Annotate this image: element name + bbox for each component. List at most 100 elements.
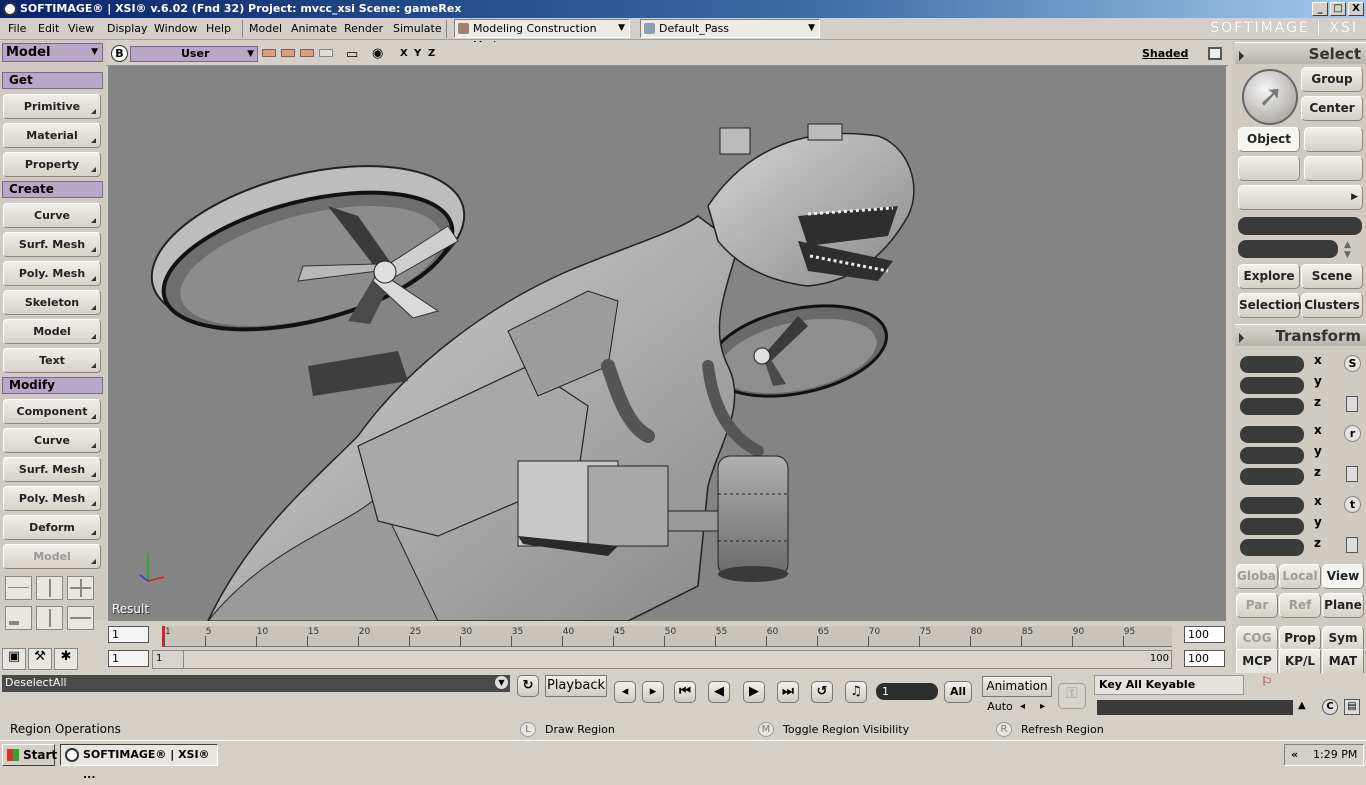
rotate-y-field[interactable]	[1240, 447, 1304, 464]
close-button[interactable]: X	[1348, 2, 1364, 16]
range-end-field[interactable]: 100	[1184, 650, 1225, 667]
mat-tab[interactable]: MAT	[1322, 649, 1364, 674]
viewport-3d[interactable]: Result	[108, 66, 1226, 621]
end-frame-field[interactable]: 100	[1184, 626, 1225, 643]
translate-y-field[interactable]	[1240, 518, 1304, 535]
layout-quad-icon[interactable]	[67, 576, 94, 600]
create-curve-button[interactable]: Curve	[3, 203, 101, 228]
translate-z-field[interactable]	[1240, 539, 1304, 556]
selection-field[interactable]	[1238, 217, 1362, 235]
palette-icon[interactable]: ✱	[54, 648, 78, 670]
tool-icon[interactable]: ⚒	[28, 648, 52, 670]
cog-button[interactable]: COG	[1236, 626, 1278, 651]
modify-poly-mesh-button[interactable]: Poly. Mesh	[3, 486, 101, 511]
get-primitive-button[interactable]: Primitive	[3, 94, 101, 119]
view-toggle-2-icon[interactable]	[281, 49, 295, 57]
object-button[interactable]: Object	[1238, 127, 1300, 152]
module-selector[interactable]: Model ▼	[2, 43, 103, 62]
menu-model[interactable]: Model	[249, 22, 282, 35]
scale-icon[interactable]: S	[1344, 355, 1361, 372]
scale-y-field[interactable]	[1240, 377, 1304, 394]
rotate-x-field[interactable]	[1240, 426, 1304, 443]
axis-x-button[interactable]: X	[400, 48, 408, 59]
prev-key-icon[interactable]: ◂	[614, 681, 636, 703]
modify-curve-button[interactable]: Curve	[3, 428, 101, 453]
layout-vertical-icon[interactable]	[36, 606, 63, 630]
translate-icon[interactable]: t	[1344, 496, 1361, 513]
spin-arrows-icon[interactable]: ▲ ▼	[1344, 240, 1351, 260]
loop-icon[interactable]: ↺	[811, 681, 833, 703]
modify-deform-button[interactable]: Deform	[3, 515, 101, 540]
modify-model-button[interactable]: Model	[3, 544, 101, 569]
pass-dropdown[interactable]: Default_Pass ▼	[640, 19, 820, 38]
collapse-arrow-icon[interactable]	[1239, 51, 1244, 61]
camera-dropdown[interactable]: User ▼	[130, 46, 258, 62]
lock-icon[interactable]: ▤	[1344, 699, 1360, 715]
menu-help[interactable]: Help	[206, 22, 231, 35]
menu-edit[interactable]: Edit	[38, 22, 59, 35]
scale-z-field[interactable]	[1240, 398, 1304, 415]
menu-simulate[interactable]: Simulate	[393, 22, 442, 35]
view-toggle-3-icon[interactable]	[300, 49, 314, 57]
select-filter-empty-2-button[interactable]	[1238, 156, 1300, 181]
clusters-button[interactable]: Clusters	[1301, 293, 1363, 318]
menu-window[interactable]: Window	[154, 22, 197, 35]
axis-z-button[interactable]: Z	[428, 48, 435, 59]
group-button[interactable]: Group	[1301, 67, 1363, 92]
camera-icon[interactable]: ▭	[346, 47, 358, 62]
layout-split-icon[interactable]	[36, 576, 63, 600]
key-status-icon[interactable]: ⚐	[1254, 675, 1280, 695]
prop-button[interactable]: Prop	[1279, 626, 1321, 651]
audio-icon[interactable]: ♫	[845, 681, 867, 703]
maximize-button[interactable]: □	[1330, 2, 1346, 16]
display-mode-menu[interactable]: Shaded	[1142, 47, 1188, 60]
create-text-button[interactable]: Text	[3, 348, 101, 373]
center-button[interactable]: Center	[1301, 96, 1363, 121]
kpl-tab[interactable]: KP/L	[1279, 649, 1321, 674]
keying-field[interactable]	[1097, 700, 1293, 715]
animation-menu-button[interactable]: Animation	[982, 676, 1052, 697]
view-toggle-4-icon[interactable]	[319, 49, 333, 57]
view-toggle-1-icon[interactable]	[262, 49, 276, 57]
timeline-ruler[interactable]: 1 5 10 15 20 25 30 35 40 45 50 55 60 65 70 75 80 85 90 95	[162, 626, 1172, 647]
global-button[interactable]: Global	[1236, 564, 1280, 589]
selection-history-field[interactable]	[1238, 240, 1338, 258]
menu-view[interactable]: View	[68, 22, 94, 35]
eye-icon[interactable]: ◉	[372, 46, 383, 61]
up-arrow-icon[interactable]: ▲	[1298, 700, 1306, 711]
select-filter-menu-button[interactable]: ▶	[1238, 185, 1363, 210]
rotate-lock-icon[interactable]	[1346, 466, 1358, 482]
first-frame-icon[interactable]: ⏮	[674, 681, 696, 703]
modify-component-button[interactable]: Component	[3, 399, 101, 424]
cube-icon[interactable]: ▣	[2, 648, 26, 670]
keying-set-dropdown[interactable]: Key All Keyable	[1094, 675, 1244, 695]
layout-graph-icon[interactable]	[5, 576, 32, 600]
layout-horizontal-icon[interactable]	[67, 606, 94, 630]
modify-surf-mesh-button[interactable]: Surf. Mesh	[3, 457, 101, 482]
translate-x-field[interactable]	[1240, 497, 1304, 514]
ref-button[interactable]: Ref	[1279, 593, 1321, 618]
mode-dropdown[interactable]: Modeling Construction Mode ▼	[454, 19, 630, 52]
translate-lock-icon[interactable]	[1346, 537, 1358, 553]
axis-y-button[interactable]: Y	[414, 48, 421, 59]
range-handle-left[interactable]	[183, 651, 184, 668]
explore-button[interactable]: Explore	[1238, 264, 1300, 289]
play-backward-icon[interactable]: ◀	[708, 681, 730, 703]
auto-key-button[interactable]: Auto	[982, 698, 1018, 716]
collapse-arrow-icon[interactable]	[1239, 333, 1244, 343]
scene-button[interactable]: Scene	[1301, 264, 1363, 289]
minimize-button[interactable]: _	[1312, 2, 1328, 16]
viewport-b-badge[interactable]: B	[111, 45, 128, 62]
current-frame-field[interactable]: 1	[108, 650, 149, 667]
par-button[interactable]: Par	[1236, 593, 1278, 618]
view-button[interactable]: View	[1322, 564, 1364, 589]
next-arrow-icon[interactable]: ▸	[1040, 701, 1045, 712]
frame-field[interactable]: 1	[876, 683, 938, 700]
menu-display[interactable]: Display	[107, 22, 148, 35]
select-arrow-button[interactable]: ➚	[1242, 69, 1298, 125]
taskbar-item-softimage[interactable]: SOFTIMAGE® | XSI® ...	[60, 744, 218, 781]
maximize-viewport-icon[interactable]	[1208, 47, 1222, 60]
key-icon[interactable]: ⚿	[1058, 683, 1086, 709]
selection-button[interactable]: Selection	[1238, 293, 1302, 318]
play-forward-icon[interactable]: ▶	[743, 681, 765, 703]
